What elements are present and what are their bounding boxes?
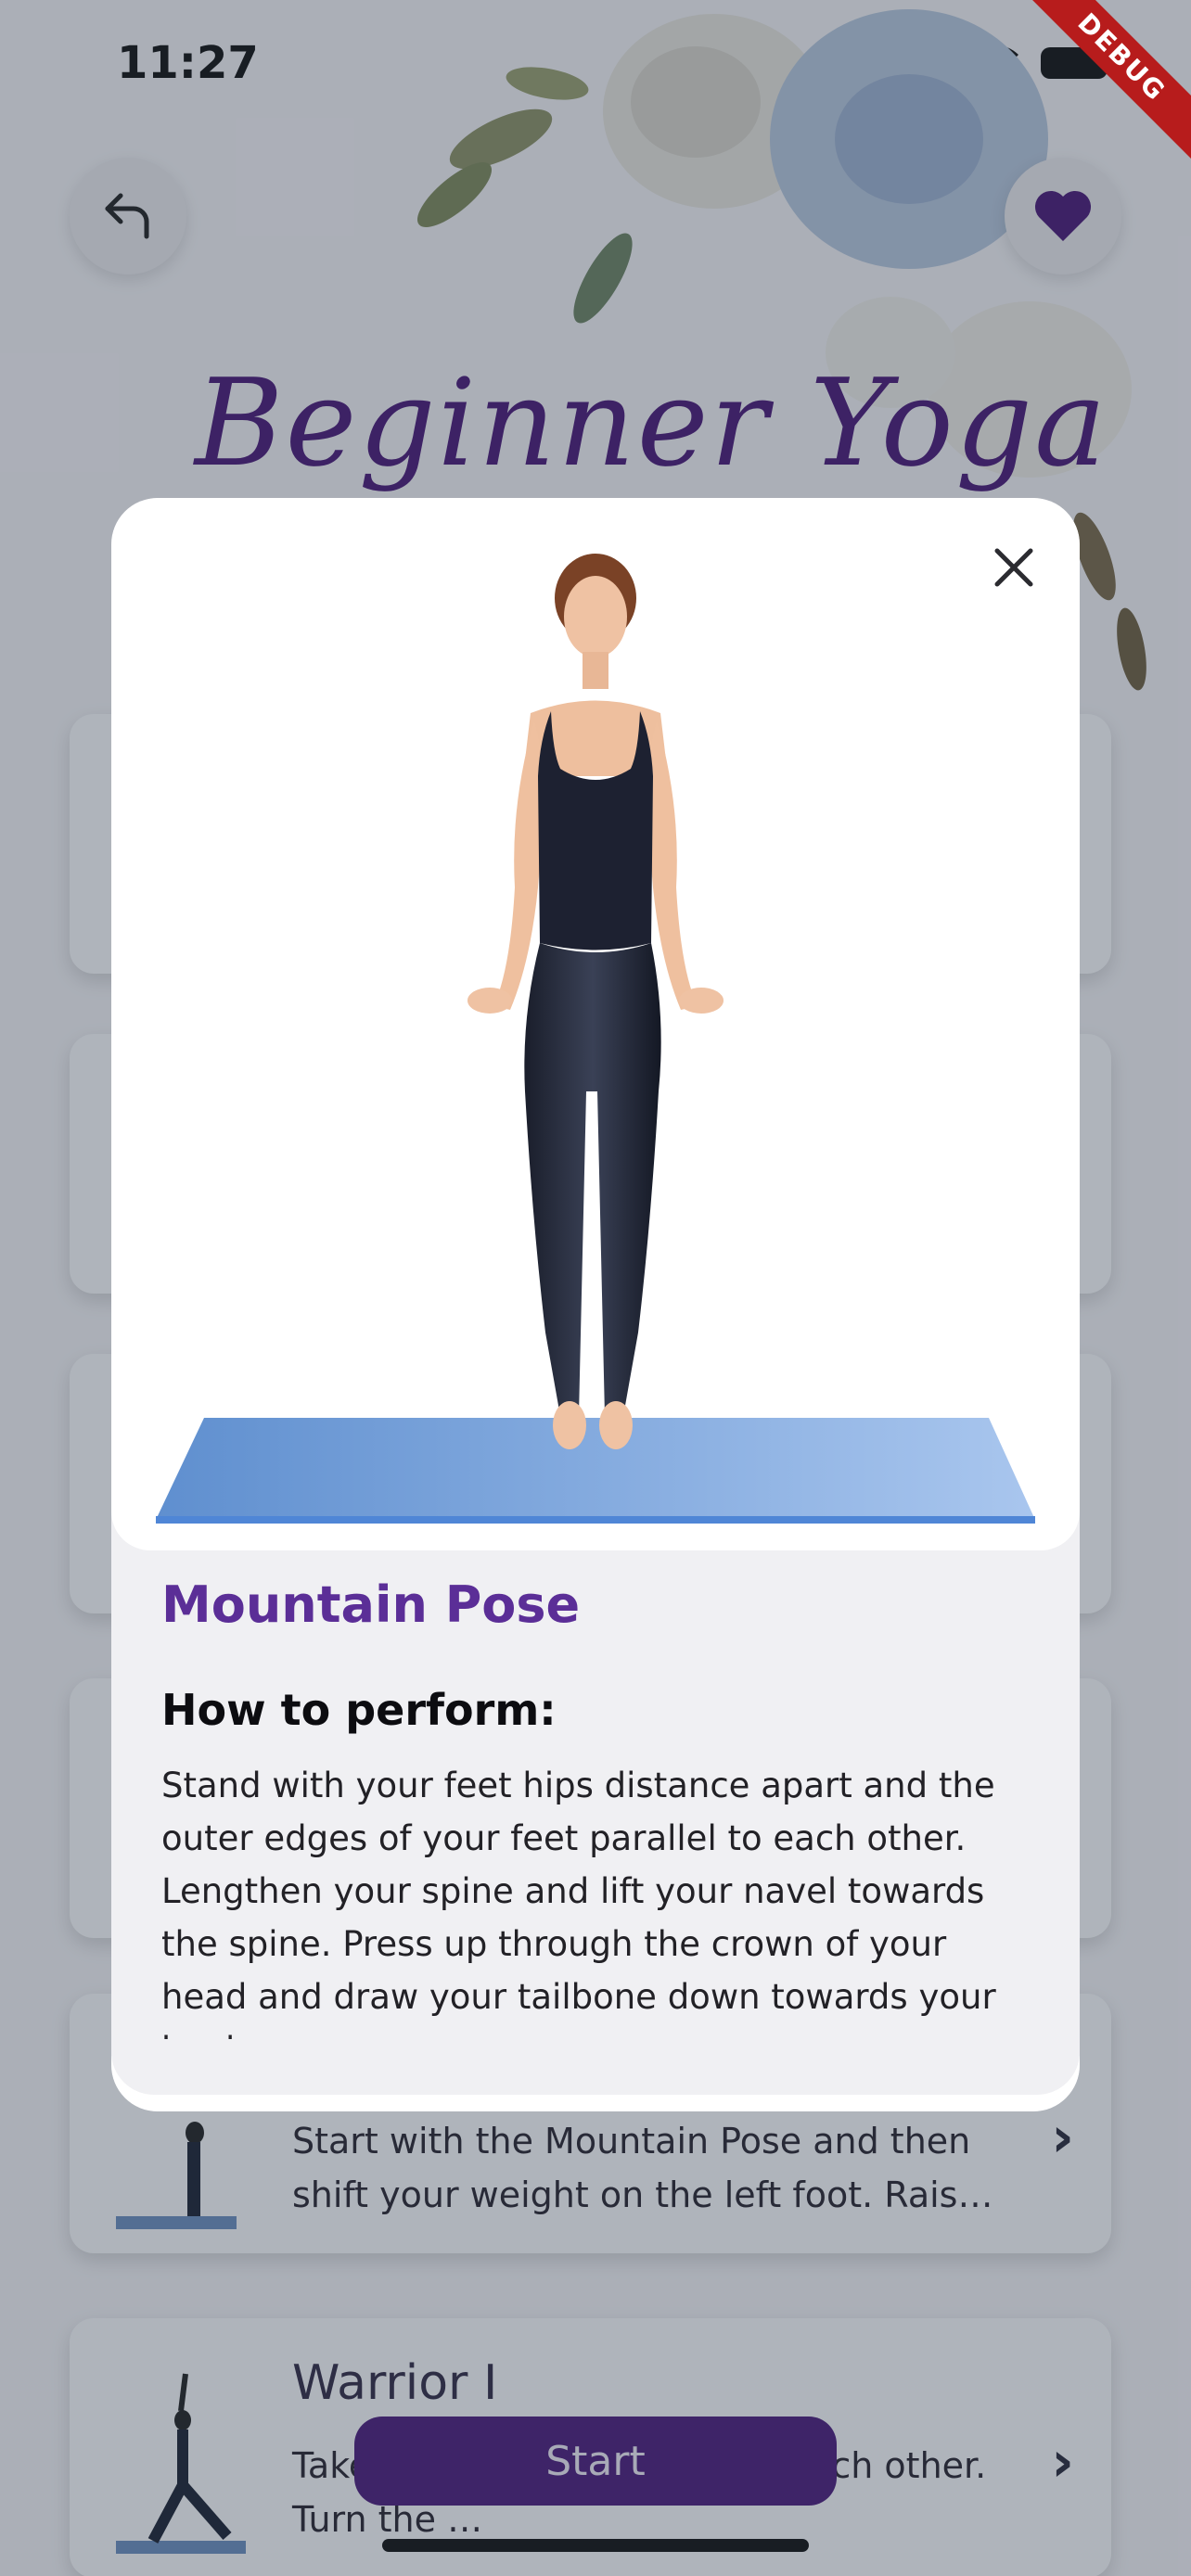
pose-illustration [111, 498, 1080, 1550]
how-to-heading: How to perform: [161, 1685, 557, 1735]
pose-name: Mountain Pose [161, 1575, 581, 1634]
how-to-instructions: Stand with your feet hips distance apart… [161, 1766, 996, 2070]
modal-bottom-edge [111, 2039, 1080, 2111]
pose-detail-modal: Mountain Pose How to perform: Stand with… [111, 498, 1080, 2111]
close-icon [994, 548, 1033, 587]
mountain-pose-figure [156, 554, 1035, 1524]
close-button[interactable] [981, 535, 1046, 600]
